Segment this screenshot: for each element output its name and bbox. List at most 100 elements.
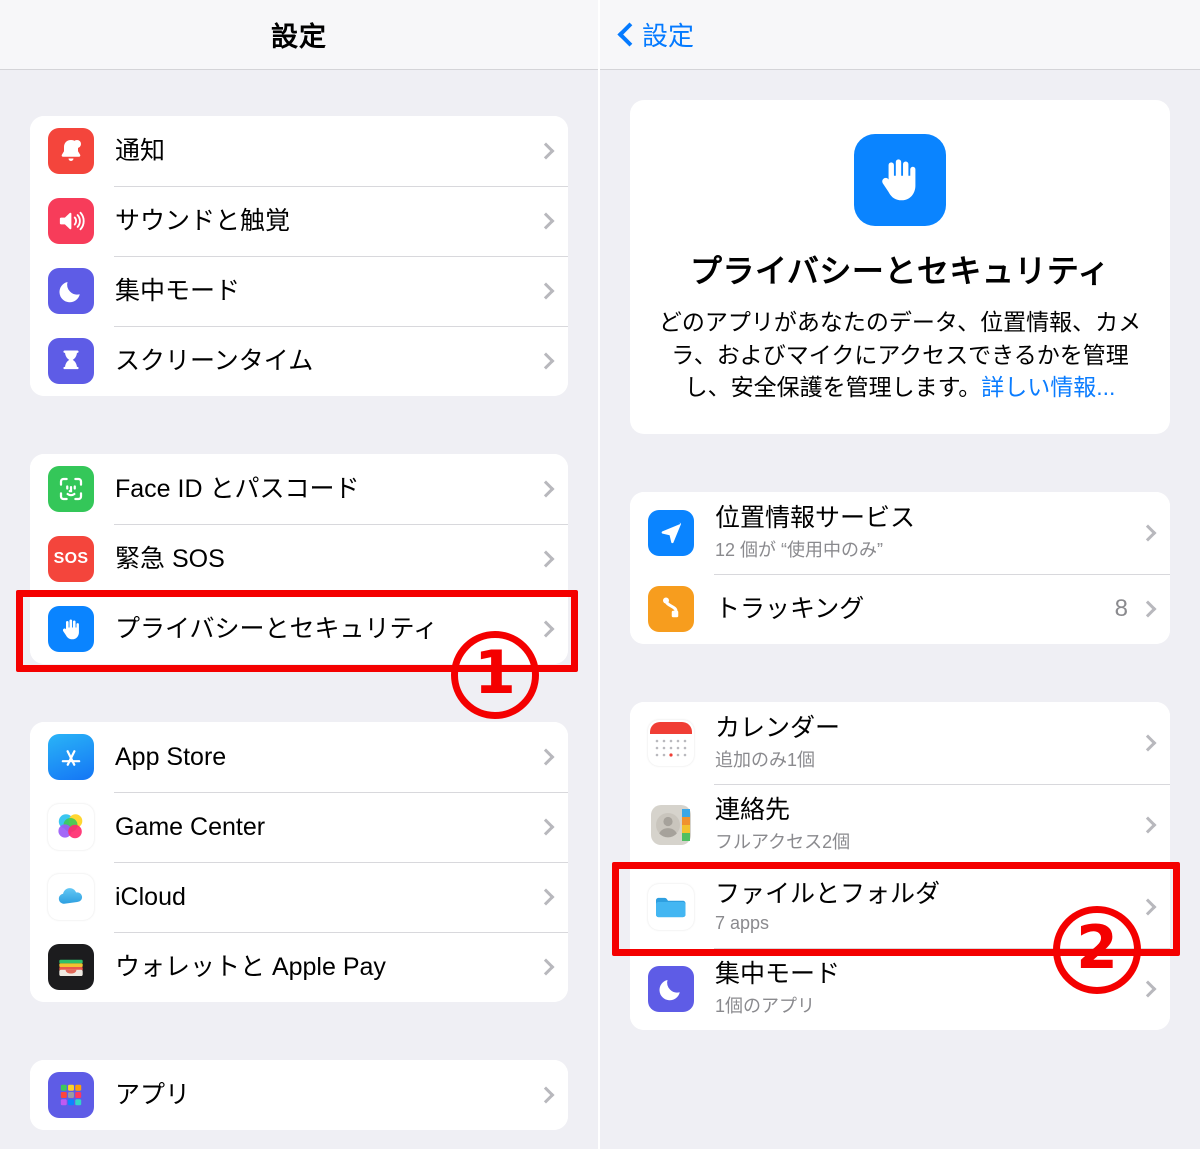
sidebar-item-game-center[interactable]: Game Center — [30, 792, 568, 862]
row-accessory — [1139, 980, 1170, 998]
settings-group-services: App Store Game Center iCloud ウォレットと Appl… — [30, 722, 568, 1002]
chevron-right-icon — [537, 620, 555, 638]
settings-list[interactable]: 通知 サウンドと触覚 集中モード スクリーンタイム Face ID とパスコード… — [0, 70, 598, 1149]
sidebar-item-screen-time[interactable]: スクリーンタイム — [30, 326, 568, 396]
hand-raised-icon — [854, 134, 946, 226]
sidebar-item-emergency-sos[interactable]: SOS 緊急 SOS — [30, 524, 568, 594]
contacts-icon — [648, 802, 694, 848]
privacy-item-subtitle: 12 個が “使用中のみ” — [715, 540, 884, 561]
hero-description: どのアプリがあなたのデータ、位置情報、カメラ、およびマイクにアクセスできるかを管… — [656, 306, 1144, 404]
row-accessory — [537, 748, 568, 766]
privacy-group-apps: カレンダー 追加のみ1個 連絡先 フルアクセス2個 ファイルとフォルダ 7 ap… — [630, 701, 1170, 1030]
sidebar-item-privacy-security[interactable]: プライバシーとセキュリティ — [30, 594, 568, 664]
settings-group-apps: アプリ — [30, 1060, 568, 1130]
privacy-item-label: ファイルとフォルダ — [715, 880, 941, 909]
chevron-right-icon — [537, 352, 555, 370]
sidebar-item-label: iCloud — [115, 882, 186, 911]
row-accessory — [1139, 816, 1170, 834]
row-accessory — [537, 1086, 568, 1104]
privacy-hero-card: プライバシーとセキュリティ どのアプリがあなたのデータ、位置情報、カメラ、および… — [630, 100, 1170, 434]
speaker-waves-icon — [48, 198, 94, 244]
chevron-right-icon — [537, 480, 555, 498]
privacy-item-files-folders[interactable]: ファイルとフォルダ 7 apps — [630, 865, 1170, 948]
calendar-icon — [648, 719, 694, 766]
sidebar-item-label: アプリ — [115, 1080, 191, 1109]
moon-icon — [648, 965, 694, 1012]
sidebar-item-icloud[interactable]: iCloud — [30, 862, 568, 932]
row-accessory — [537, 818, 568, 836]
privacy-list[interactable]: プライバシーとセキュリティ どのアプリがあなたのデータ、位置情報、カメラ、および… — [600, 70, 1200, 1149]
privacy-item-subtitle: 1個のアプリ — [715, 996, 816, 1017]
sidebar-item-label: 通知 — [115, 136, 166, 165]
left-navbar: 設定 — [0, 0, 598, 70]
row-accessory — [537, 352, 568, 370]
chevron-right-icon — [1139, 898, 1157, 916]
sidebar-item-notifications[interactable]: 通知 — [30, 116, 568, 186]
privacy-item-label: 連絡先 — [715, 795, 791, 824]
row-accessory — [537, 958, 568, 976]
privacy-item-contacts[interactable]: 連絡先 フルアクセス2個 — [630, 783, 1170, 866]
chevron-right-icon — [1139, 734, 1157, 752]
privacy-security-panel: 設定 プライバシーとセキュリティ どのアプリがあなたのデータ、位置情報、カメラ、… — [600, 0, 1200, 1149]
row-accessory — [537, 212, 568, 230]
privacy-group-top: 位置情報サービス 12 個が “使用中のみ” トラッキング 8 — [630, 491, 1170, 644]
chevron-right-icon — [537, 958, 555, 976]
files-folder-icon — [648, 883, 694, 930]
hand-raised-icon — [48, 606, 94, 652]
row-accessory — [1139, 898, 1170, 916]
row-accessory — [537, 550, 568, 568]
privacy-item-subtitle: フルアクセス2個 — [715, 832, 851, 853]
chevron-left-icon — [618, 22, 633, 48]
face-id-icon — [48, 466, 94, 512]
sidebar-item-focus[interactable]: 集中モード — [30, 256, 568, 326]
row-accessory — [537, 480, 568, 498]
screenshot-root: 設定 通知 サウンドと触覚 集中モード スクリーンタイム Face ID とパス… — [0, 0, 1200, 1149]
sidebar-item-sounds[interactable]: サウンドと触覚 — [30, 186, 568, 256]
sidebar-item-wallet[interactable]: ウォレットと Apple Pay — [30, 932, 568, 1002]
row-accessory — [537, 620, 568, 638]
back-button-label: 設定 — [642, 21, 695, 51]
wallet-icon — [48, 944, 94, 990]
settings-group-security: Face ID とパスコード SOS 緊急 SOS プライバシーとセキュリティ — [30, 454, 568, 664]
chevron-right-icon — [1139, 600, 1157, 618]
sidebar-item-label: スクリーンタイム — [115, 346, 314, 375]
page-title: 設定 — [271, 22, 327, 52]
hero-title: プライバシーとセキュリティ — [690, 253, 1110, 289]
privacy-item-label: カレンダー — [715, 713, 841, 742]
sidebar-item-label: プライバシーとセキュリティ — [115, 614, 439, 643]
row-accessory — [537, 888, 568, 906]
chevron-right-icon — [537, 748, 555, 766]
sos-icon: SOS — [48, 536, 94, 582]
chevron-right-icon — [537, 1086, 555, 1104]
sidebar-item-app-store[interactable]: App Store — [30, 722, 568, 792]
settings-group-notifications: 通知 サウンドと触覚 集中モード スクリーンタイム — [30, 116, 568, 396]
chevron-right-icon — [537, 888, 555, 906]
apps-grid-icon — [48, 1072, 94, 1118]
bell-icon — [48, 128, 94, 174]
row-accessory — [1139, 524, 1170, 542]
chevron-right-icon — [1139, 524, 1157, 542]
privacy-item-label: トラッキング — [715, 594, 865, 623]
privacy-item-value: 8 — [1114, 594, 1128, 622]
learn-more-link[interactable]: 詳しい情報... — [981, 374, 1115, 400]
privacy-item-location-services[interactable]: 位置情報サービス 12 個が “使用中のみ” — [630, 491, 1170, 574]
icloud-icon — [48, 874, 94, 920]
right-navbar: 設定 — [600, 0, 1200, 70]
chevron-right-icon — [537, 142, 555, 160]
back-button[interactable]: 設定 — [618, 16, 694, 53]
sidebar-item-apps[interactable]: アプリ — [30, 1060, 568, 1130]
privacy-item-subtitle: 追加のみ1個 — [715, 750, 816, 771]
chevron-right-icon — [1139, 980, 1157, 998]
privacy-item-calendar[interactable]: カレンダー 追加のみ1個 — [630, 701, 1170, 784]
privacy-item-tracking[interactable]: トラッキング 8 — [630, 573, 1170, 644]
sidebar-item-face-id[interactable]: Face ID とパスコード — [30, 454, 568, 524]
chevron-right-icon — [537, 282, 555, 300]
privacy-item-subtitle: 7 apps — [715, 912, 770, 933]
moon-icon — [48, 268, 94, 314]
row-accessory — [537, 282, 568, 300]
sidebar-item-label: App Store — [115, 742, 227, 771]
privacy-item-focus[interactable]: 集中モード 1個のアプリ — [630, 947, 1170, 1030]
privacy-item-label: 集中モード — [715, 959, 841, 988]
sidebar-item-label: サウンドと触覚 — [115, 206, 291, 235]
sidebar-item-label: 緊急 SOS — [115, 544, 225, 573]
